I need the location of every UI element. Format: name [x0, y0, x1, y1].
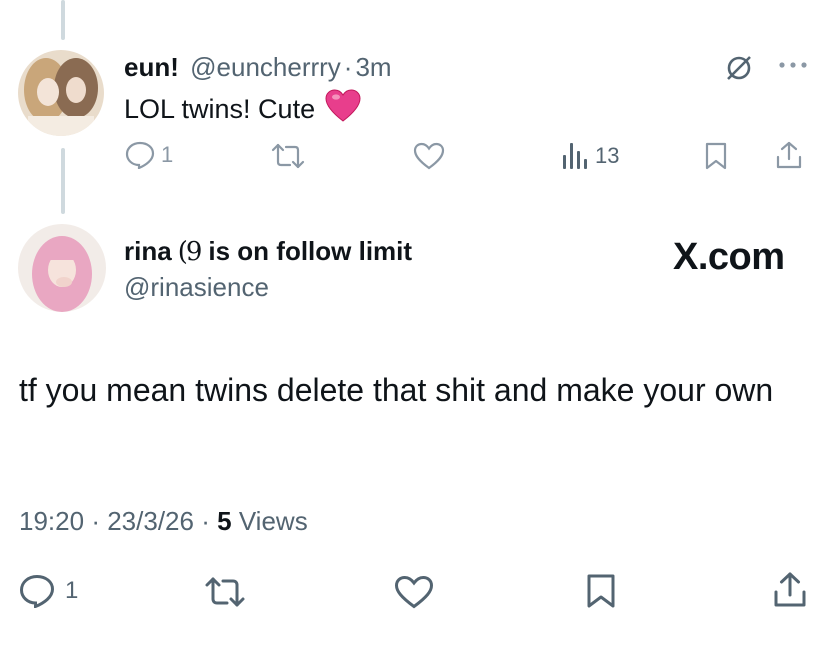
- main-reply-button[interactable]: 1: [19, 574, 78, 608]
- reply-like-button[interactable]: [413, 142, 445, 170]
- heart-icon: [413, 142, 445, 170]
- x-com-watermark: X.com: [673, 236, 785, 278]
- reply-handle[interactable]: @euncherrry: [190, 52, 341, 82]
- reply-text: LOL twins! Cute: [124, 89, 361, 130]
- thread-line-connector: [61, 148, 65, 214]
- main-tweet-meta: 19:20 · 23/3/26 · 5 Views: [19, 506, 308, 537]
- main-like-button[interactable]: [394, 575, 434, 609]
- bookmark-icon: [587, 574, 615, 608]
- reply-text-content: LOL twins! Cute: [124, 94, 316, 124]
- reply-icon: [125, 141, 155, 169]
- reply-views-count: 13: [595, 143, 620, 168]
- sparkling-heart-icon: [325, 89, 361, 130]
- avatar-rina[interactable]: [18, 224, 106, 312]
- share-icon: [774, 572, 806, 607]
- reply-views-button[interactable]: 13: [561, 141, 619, 171]
- reply-reply-count: 1: [161, 142, 174, 167]
- reply-display-name[interactable]: eun!: [124, 52, 179, 82]
- reply-bookmark-button[interactable]: [704, 142, 728, 170]
- grok-icon[interactable]: [724, 53, 754, 88]
- reply-reply-button[interactable]: 1: [125, 141, 173, 169]
- share-icon: [776, 141, 802, 169]
- reply-time[interactable]: 3m: [355, 52, 391, 82]
- main-bookmark-button[interactable]: [585, 573, 617, 609]
- reply-separator: ·: [343, 52, 353, 82]
- heart-icon: [394, 575, 434, 609]
- reply-repost-button[interactable]: [270, 143, 306, 169]
- meta-separator-2: ·: [201, 506, 210, 536]
- meta-separator-1: ·: [91, 506, 100, 536]
- reply-header: eun! @euncherrry · 3m: [124, 52, 392, 83]
- thread-line-top: [61, 0, 65, 40]
- views-count[interactable]: 5: [217, 506, 231, 536]
- ellipsis-icon[interactable]: [776, 55, 810, 80]
- main-repost-button[interactable]: [204, 576, 246, 608]
- main-name-row: rina (9 is on follow limit: [124, 236, 412, 267]
- repost-icon: [271, 143, 305, 169]
- main-display-name[interactable]: rina: [124, 236, 172, 267]
- tweet-time[interactable]: 19:20: [19, 506, 84, 536]
- views-icon: [563, 143, 587, 169]
- reply-icon: [19, 574, 55, 608]
- bookmark-icon: [705, 142, 727, 170]
- main-name-suffix[interactable]: is on follow limit: [208, 236, 412, 267]
- views-label[interactable]: Views: [239, 506, 308, 536]
- avatar-eun[interactable]: [18, 50, 104, 136]
- main-reply-count: 1: [65, 577, 79, 604]
- main-tweet-text: tf you mean twins delete that shit and m…: [19, 372, 774, 408]
- nine-glyph: 9: [185, 236, 203, 267]
- repost-icon: [205, 577, 245, 607]
- reply-share-button[interactable]: [774, 140, 804, 170]
- main-share-button[interactable]: [772, 571, 808, 609]
- tweet-date[interactable]: 23/3/26: [107, 506, 194, 536]
- main-handle[interactable]: @rinasience: [124, 272, 269, 303]
